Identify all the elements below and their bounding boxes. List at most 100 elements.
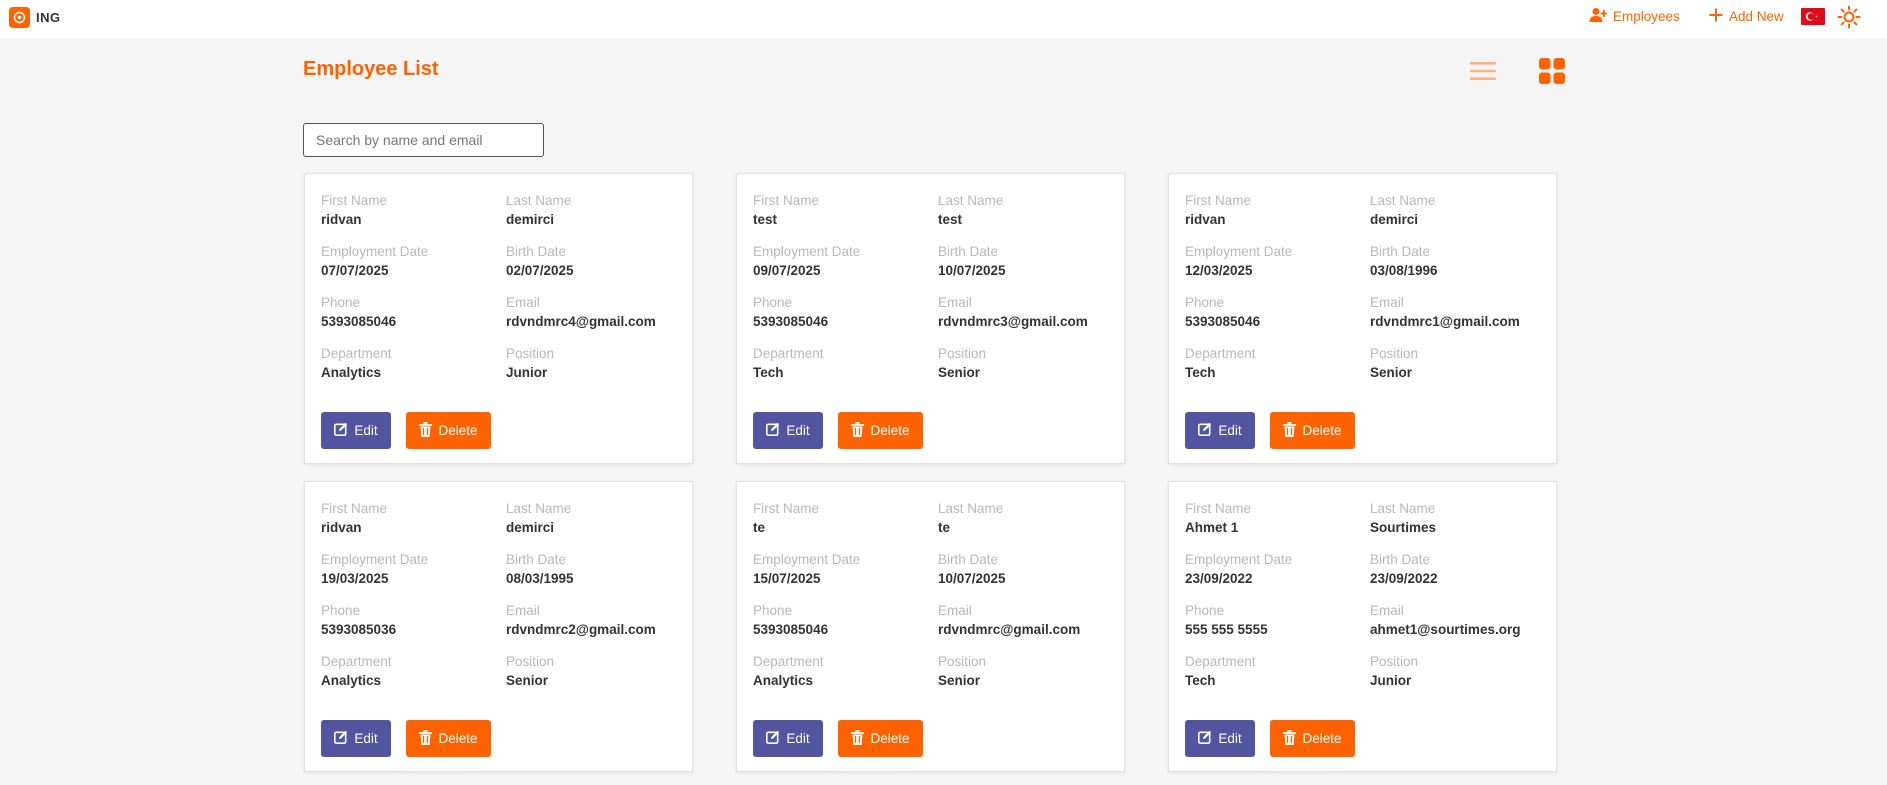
field-label: First Name xyxy=(1185,193,1252,208)
field-value: 5393085046 xyxy=(753,622,829,637)
field-value: test xyxy=(753,212,778,227)
page-title: Employee List xyxy=(303,58,439,80)
edit-button[interactable]: Edit xyxy=(1185,720,1255,757)
field-label: Birth Date xyxy=(938,244,999,259)
field-value: 02/07/2025 xyxy=(506,263,574,278)
brand-name: ING xyxy=(36,9,61,25)
field-value: Tech xyxy=(1185,673,1216,688)
field-label: Phone xyxy=(753,295,793,310)
field-label: Email xyxy=(506,603,540,618)
field-label: Department xyxy=(753,654,824,669)
field-value: 5393085046 xyxy=(1185,314,1261,329)
field-value: demirci xyxy=(1370,212,1419,227)
field-label: Employment Date xyxy=(1185,552,1293,567)
field-position: Position Senior xyxy=(506,653,686,690)
field-last-name: Last Name demirci xyxy=(1370,192,1550,229)
edit-button[interactable]: Edit xyxy=(753,412,823,449)
edit-icon xyxy=(1198,730,1212,747)
field-value: Sourtimes xyxy=(1370,520,1437,535)
field-email: Email rdvndmrc1@gmail.com xyxy=(1370,294,1550,331)
field-email: Email rdvndmrc@gmail.com xyxy=(938,602,1118,639)
field-last-name: Last Name test xyxy=(938,192,1118,229)
plus-icon xyxy=(1709,8,1723,25)
field-value: 07/07/2025 xyxy=(321,263,389,278)
field-label: Last Name xyxy=(1370,501,1436,516)
sun-theme-toggle-icon[interactable] xyxy=(1837,5,1861,29)
delete-button[interactable]: Delete xyxy=(406,720,491,757)
field-birth-date: Birth Date 02/07/2025 xyxy=(506,243,686,280)
edit-button-label: Edit xyxy=(786,731,810,746)
brand[interactable]: ING xyxy=(9,6,61,28)
field-last-name: Last Name te xyxy=(938,500,1118,537)
field-label: Department xyxy=(753,346,824,361)
field-value: demirci xyxy=(506,212,555,227)
field-value: ahmet1@sourtimes.org xyxy=(1370,622,1521,637)
field-phone: Phone 5393085046 xyxy=(1185,294,1365,331)
delete-button-label: Delete xyxy=(1302,731,1342,746)
field-value: Analytics xyxy=(321,365,382,380)
field-birth-date: Birth Date 10/07/2025 xyxy=(938,551,1118,588)
field-label: Last Name xyxy=(506,501,572,516)
field-position: Position Junior xyxy=(506,345,686,382)
delete-button-label: Delete xyxy=(438,423,478,438)
field-label: Employment Date xyxy=(321,552,429,567)
field-last-name: Last Name Sourtimes xyxy=(1370,500,1550,537)
edit-button[interactable]: Edit xyxy=(321,720,391,757)
delete-button[interactable]: Delete xyxy=(1270,412,1355,449)
field-label: Email xyxy=(1370,295,1404,310)
edit-button[interactable]: Edit xyxy=(753,720,823,757)
field-value: Analytics xyxy=(321,673,382,688)
edit-button[interactable]: Edit xyxy=(321,412,391,449)
nav-add-new-link[interactable]: Add New xyxy=(1709,5,1784,27)
field-label: Position xyxy=(506,654,555,669)
delete-button[interactable]: Delete xyxy=(838,720,923,757)
edit-button[interactable]: Edit xyxy=(1185,412,1255,449)
grid-view-toggle-icon[interactable] xyxy=(1538,57,1566,85)
field-label: First Name xyxy=(321,501,388,516)
field-value: ridvan xyxy=(321,212,362,227)
field-value: Ahmet 1 xyxy=(1185,520,1239,535)
delete-button[interactable]: Delete xyxy=(406,412,491,449)
field-value: 5393085036 xyxy=(321,622,397,637)
field-value: 5393085046 xyxy=(321,314,397,329)
edit-icon xyxy=(1198,422,1212,439)
field-label: Phone xyxy=(1185,295,1225,310)
list-view-toggle-icon[interactable] xyxy=(1469,57,1497,85)
field-position: Position Senior xyxy=(938,345,1118,382)
delete-button-label: Delete xyxy=(870,423,910,438)
field-department: Department Analytics xyxy=(321,653,501,690)
field-label: Birth Date xyxy=(506,244,567,259)
employee-card: First Name test Last Name test Employment Da… xyxy=(736,173,1125,464)
field-label: Birth Date xyxy=(1370,552,1431,567)
field-value: rdvndmrc3@gmail.com xyxy=(938,314,1088,329)
field-label: First Name xyxy=(1185,501,1252,516)
search-input[interactable] xyxy=(303,123,544,157)
nav-add-new-label: Add New xyxy=(1729,8,1784,24)
field-phone: Phone 555 555 5555 xyxy=(1185,602,1365,639)
field-birth-date: Birth Date 08/03/1995 xyxy=(506,551,686,588)
field-employment-date: Employment Date 09/07/2025 xyxy=(753,243,933,280)
field-label: Phone xyxy=(1185,603,1225,618)
field-email: Email rdvndmrc4@gmail.com xyxy=(506,294,686,331)
field-first-name: First Name Ahmet 1 xyxy=(1185,500,1365,537)
field-value: 19/03/2025 xyxy=(321,571,389,586)
field-label: Position xyxy=(938,346,987,361)
field-value: 5393085046 xyxy=(753,314,829,329)
field-label: Department xyxy=(1185,346,1256,361)
field-first-name: First Name test xyxy=(753,192,933,229)
turkish-flag-language-icon[interactable] xyxy=(1801,8,1825,25)
delete-button[interactable]: Delete xyxy=(1270,720,1355,757)
field-label: First Name xyxy=(753,501,820,516)
field-label: Email xyxy=(506,295,540,310)
nav-employees-link[interactable]: Employees xyxy=(1589,5,1680,27)
field-email: Email ahmet1@sourtimes.org xyxy=(1370,602,1550,639)
field-birth-date: Birth Date 03/08/1996 xyxy=(1370,243,1550,280)
delete-button[interactable]: Delete xyxy=(838,412,923,449)
employee-card: First Name Ahmet 1 Last Name Sourtimes Emplo… xyxy=(1168,481,1557,772)
field-value: Senior xyxy=(938,365,981,380)
field-last-name: Last Name demirci xyxy=(506,192,686,229)
edit-button-label: Edit xyxy=(1218,731,1242,746)
field-label: Department xyxy=(321,346,392,361)
field-department: Department Analytics xyxy=(321,345,501,382)
field-label: Last Name xyxy=(506,193,572,208)
